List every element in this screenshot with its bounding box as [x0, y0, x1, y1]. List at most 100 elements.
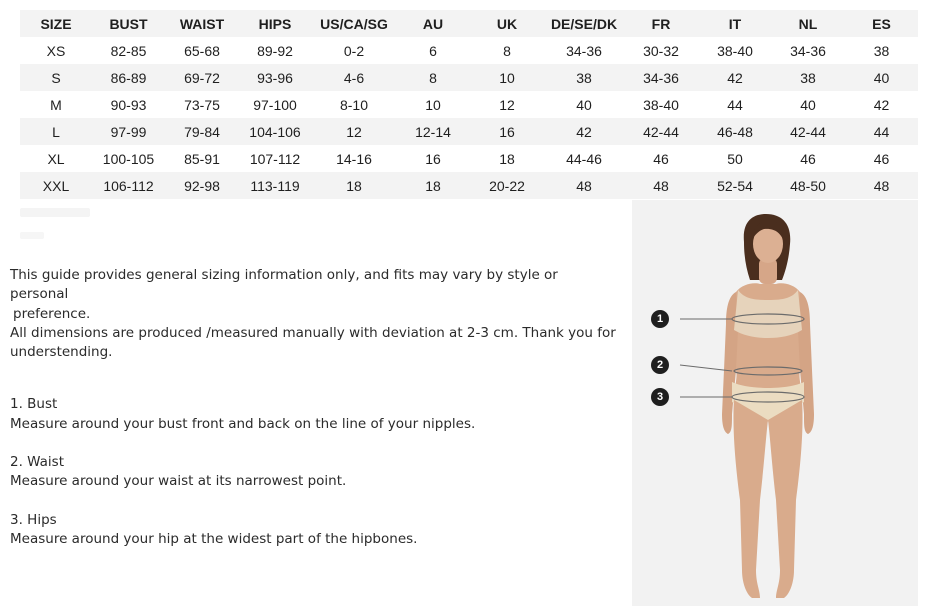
- table-cell: 97-100: [253, 96, 297, 113]
- table-cell: 38-40: [643, 96, 679, 113]
- waist-instruction: 2. Waist Measure around your waist at it…: [10, 453, 620, 492]
- table-header-row: SIZE BUST WAIST HIPS US/CA/SG AU UK DE/S…: [20, 10, 918, 37]
- hips-marker-label: 3: [656, 391, 664, 403]
- table-cell: 48: [576, 177, 592, 194]
- table-cell: 42: [576, 123, 592, 140]
- column-header-uk: UK: [496, 15, 518, 32]
- table-cell: 82-85: [110, 42, 147, 59]
- table-cell: 8-10: [339, 96, 369, 113]
- table-row: XL 100-105 85-91 107-112 14-16 16 18 44-…: [20, 145, 918, 172]
- waist-marker: 2: [651, 356, 669, 374]
- table-cell: 18: [425, 177, 441, 194]
- table-cell: 50: [727, 150, 743, 167]
- bust-marker: 1: [651, 310, 669, 328]
- table-cell: 73-75: [184, 96, 220, 113]
- hips-instruction: 3. Hips Measure around your hip at the w…: [10, 511, 620, 550]
- waist-text: Measure around your waist at its narrowe…: [10, 473, 347, 490]
- table-cell: 12-14: [415, 123, 451, 140]
- bust-title: 1. Bust: [10, 396, 58, 413]
- column-header-fr: FR: [651, 15, 671, 32]
- column-header-hips: HIPS: [258, 15, 292, 32]
- table-cell: 106-112: [103, 177, 154, 194]
- table-cell: 46-48: [717, 123, 753, 140]
- deviation-line: All dimensions are produced /measured ma…: [10, 324, 616, 341]
- table-cell: 34-36: [790, 42, 826, 59]
- column-header-es: ES: [872, 15, 891, 32]
- bust-marker-label: 1: [656, 313, 664, 325]
- table-cell: 30-32: [643, 42, 679, 59]
- table-cell: 8: [429, 69, 437, 86]
- table-cell: XL: [47, 150, 65, 167]
- column-header-au: AU: [422, 15, 444, 32]
- table-cell: 65-68: [184, 42, 220, 59]
- table-cell: XXL: [42, 177, 70, 194]
- table-cell: 69-72: [184, 69, 220, 86]
- column-header-it: IT: [728, 15, 742, 32]
- table-cell: XS: [46, 42, 66, 59]
- table-cell: 107-112: [249, 150, 301, 167]
- table-cell: 48: [653, 177, 669, 194]
- table-cell: 6: [429, 42, 437, 59]
- measurement-figure: 1 2 3: [632, 200, 918, 606]
- table-cell: 10: [425, 96, 441, 113]
- hips-text: Measure around your hip at the widest pa…: [10, 530, 418, 547]
- column-header-waist: WAIST: [179, 15, 225, 32]
- table-cell: 42: [873, 96, 890, 113]
- table-cell: 44: [727, 96, 743, 113]
- disclaimer-line: preference.: [13, 305, 91, 322]
- faded-artifact: [20, 208, 90, 217]
- table-cell: 40: [873, 69, 890, 86]
- column-header-bust: BUST: [109, 15, 148, 32]
- table-row: XS 82-85 65-68 89-92 0-2 6 8 34-36 30-32…: [20, 37, 918, 64]
- size-chart-table: SIZE BUST WAIST HIPS US/CA/SG AU UK DE/S…: [20, 10, 918, 199]
- waist-marker-label: 2: [656, 359, 664, 371]
- table-cell: 14-16: [336, 150, 372, 167]
- table-cell: 34-36: [566, 42, 602, 59]
- table-cell: 18: [499, 150, 515, 167]
- table-cell: 79-84: [184, 123, 220, 140]
- table-row: XXL 106-112 92-98 113-119 18 18 20-22 48…: [20, 172, 918, 199]
- table-cell: 97-99: [110, 123, 147, 140]
- deviation-line: understending.: [10, 344, 113, 361]
- body-illustration: [679, 214, 814, 598]
- table-cell: 40: [800, 96, 816, 113]
- hips-marker: 3: [651, 388, 669, 406]
- table-cell: S: [51, 69, 61, 86]
- table-cell: 44: [873, 123, 890, 140]
- table-cell: 89-92: [257, 42, 293, 59]
- table-cell: 20-22: [489, 177, 525, 194]
- table-cell: 104-106: [249, 123, 301, 140]
- table-cell: L: [52, 123, 60, 140]
- column-header-us: US/CA/SG: [320, 15, 388, 32]
- waist-title: 2. Waist: [10, 454, 65, 471]
- column-header-nl: NL: [798, 15, 818, 32]
- column-header-de: DE/SE/DK: [550, 15, 618, 32]
- table-cell: 92-98: [184, 177, 220, 194]
- hips-title: 3. Hips: [10, 511, 57, 528]
- table-cell: 100-105: [102, 150, 155, 167]
- table-cell: 48-50: [790, 177, 826, 194]
- table-cell: 86-89: [110, 69, 147, 86]
- table-cell: 38: [800, 69, 816, 86]
- table-cell: 42-44: [643, 123, 679, 140]
- table-cell: 85-91: [184, 150, 220, 167]
- table-cell: 93-96: [257, 69, 293, 86]
- table-cell: 12: [346, 123, 362, 140]
- table-row: L 97-99 79-84 104-106 12 12-14 16 42 42-…: [20, 118, 918, 145]
- table-cell: 38: [873, 42, 890, 59]
- disclaimer-line: This guide provides general sizing infor…: [10, 267, 558, 303]
- table-cell: 42-44: [790, 123, 826, 140]
- table-cell: 16: [425, 150, 441, 167]
- table-cell: 12: [499, 96, 515, 113]
- faded-artifact: [20, 232, 44, 239]
- table-cell: 38: [576, 69, 592, 86]
- table-cell: M: [50, 96, 62, 113]
- table-cell: 4-6: [343, 69, 365, 86]
- bust-instruction: 1. Bust Measure around your bust front a…: [10, 395, 620, 434]
- table-cell: 38-40: [717, 42, 753, 59]
- table-cell: 46: [653, 150, 669, 167]
- table-cell: 0-2: [343, 42, 365, 59]
- table-cell: 8: [503, 42, 511, 59]
- table-cell: 46: [800, 150, 816, 167]
- table-row: M 90-93 73-75 97-100 8-10 10 12 40 38-40…: [20, 91, 918, 118]
